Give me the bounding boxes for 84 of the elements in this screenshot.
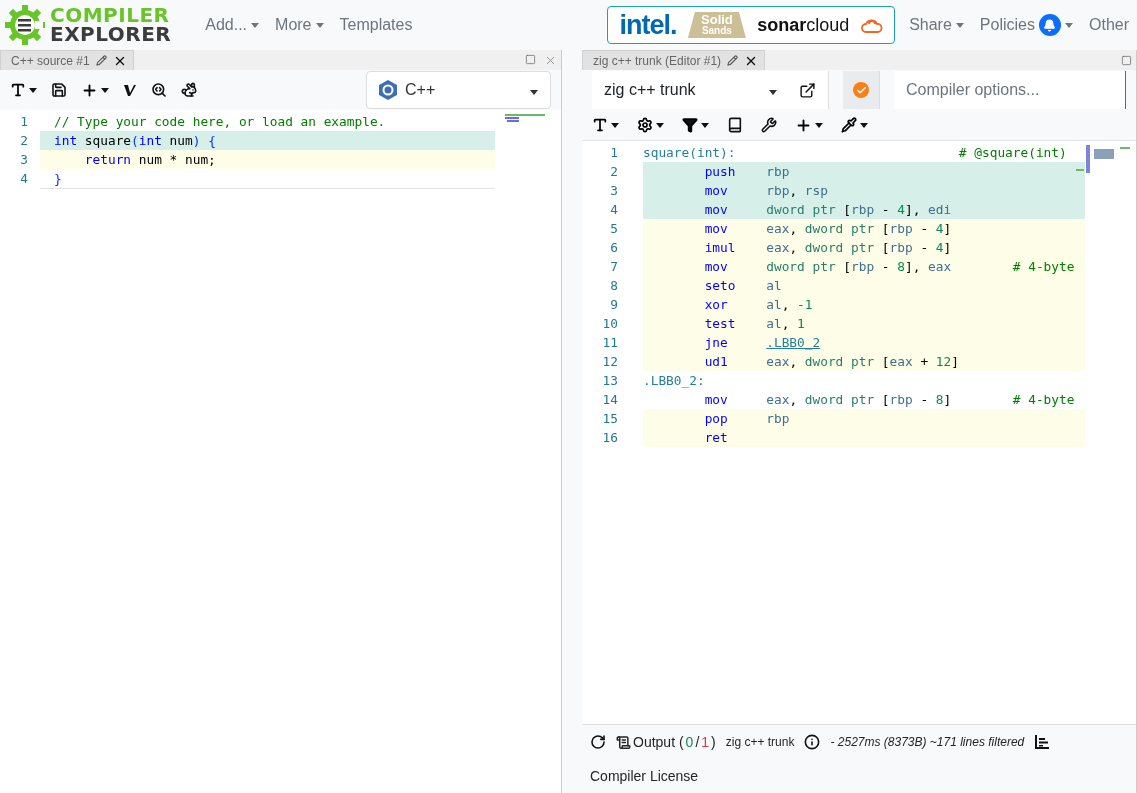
edit-icon[interactable] (95, 55, 107, 66)
output-button[interactable]: Output (0/1) (616, 734, 716, 750)
line-number: 9 (609, 297, 618, 312)
logo-text: COMPILER (50, 6, 171, 25)
nav-menu[interactable]: Other (1081, 16, 1137, 34)
caret-icon (29, 87, 37, 93)
line-number: 1 (609, 145, 618, 160)
editor-tab[interactable]: C++ source #1 (0, 50, 134, 70)
assembly-line: square(int): # @square(int) (643, 144, 1068, 162)
filter-button[interactable] (682, 117, 709, 133)
line-number: 4 (19, 171, 29, 186)
line-number: 14 (601, 392, 618, 407)
compiler-name: zig c++ trunk (604, 81, 696, 99)
solid-sands-logo: Solid Sands (687, 12, 746, 38)
line-number: 2 (609, 164, 618, 179)
search-icon[interactable] (151, 82, 167, 98)
line-number: 1 (19, 114, 29, 129)
nav-menu[interactable]: More (267, 16, 332, 34)
tools-button[interactable] (841, 117, 868, 133)
external-link-icon[interactable] (799, 81, 817, 99)
code-line: // Type your code here, or load an example. (53, 113, 387, 131)
line-number: 13 (601, 373, 618, 388)
line-number: 3 (19, 152, 29, 167)
pipette-icon (841, 117, 857, 133)
caret-icon (769, 90, 778, 95)
chart-icon[interactable] (1034, 734, 1051, 750)
nav-menu[interactable]: Share (901, 16, 972, 34)
line-number: 16 (601, 430, 618, 445)
language-select[interactable]: C++ (366, 71, 551, 109)
caret-icon (656, 122, 664, 128)
line-number: 7 (609, 259, 618, 274)
nav-menu[interactable]: Templates (331, 16, 421, 34)
timing-text: - 2527ms (8373B) ~171 lines filtered (830, 735, 1025, 749)
cloud-icon (860, 16, 883, 34)
gear-icon (637, 117, 653, 133)
font-icon (10, 82, 26, 98)
font-icon (592, 117, 608, 133)
compiler-tab[interactable]: zig c++ trunk (Editor #1) (582, 50, 766, 70)
line-number: 15 (601, 411, 618, 426)
caret-icon (530, 90, 538, 95)
caret-icon (860, 122, 868, 128)
logo-text: EXPLORER (50, 25, 172, 44)
line-number: 8 (609, 278, 618, 293)
font-size-button[interactable] (10, 82, 37, 98)
caret-icon (611, 122, 619, 128)
assembly-line: mov eax, dword ptr [rbp - 8] # 4-byte (703, 391, 1076, 409)
line-number: 11 (601, 335, 618, 350)
gear-logo-icon (4, 4, 46, 46)
runner-icon[interactable] (181, 82, 197, 98)
caret-icon (815, 122, 823, 128)
nav-menu[interactable]: Add... (197, 16, 268, 34)
caret-icon (701, 122, 709, 128)
vim-icon[interactable] (123, 83, 137, 97)
sponsors-banner[interactable]: intel. Solid Sands sonarcloud (607, 6, 896, 44)
line-number: 3 (609, 183, 618, 198)
font-size-button[interactable] (592, 117, 619, 133)
compiler-options-field[interactable]: Compiler options... (894, 71, 1126, 109)
assembly-line: .LBB0_2: (643, 372, 706, 390)
refresh-icon[interactable] (590, 734, 606, 750)
compiler-select[interactable]: zig c++ trunk (592, 71, 830, 109)
line-number: 5 (609, 221, 618, 236)
nav-menu[interactable]: Policies (971, 14, 1081, 36)
filter-icon (682, 117, 698, 133)
caret-icon (101, 87, 109, 93)
minimap-drawing (505, 114, 545, 122)
wrench-icon[interactable] (761, 117, 777, 133)
info-icon[interactable] (804, 734, 821, 750)
line-number: 6 (609, 240, 618, 255)
language-label: C++ (405, 81, 436, 99)
save-icon[interactable] (51, 82, 67, 98)
compiler-name: zig c++ trunk (725, 735, 795, 749)
book-icon[interactable] (727, 117, 743, 133)
line-number: 12 (601, 354, 618, 369)
line-number: 10 (601, 316, 618, 331)
line-number: 4 (609, 202, 618, 217)
edit-icon[interactable] (727, 55, 739, 66)
code-line: } (40, 168, 495, 189)
intel-logo: intel. (619, 9, 677, 41)
output-icon (616, 734, 631, 750)
sonarcloud-logo: sonarcloud (757, 14, 850, 36)
cpp-icon (379, 80, 397, 100)
settings-button[interactable] (637, 117, 664, 133)
line-number: 2 (19, 133, 29, 148)
compiler-license-link[interactable]: Compiler License (590, 768, 699, 784)
